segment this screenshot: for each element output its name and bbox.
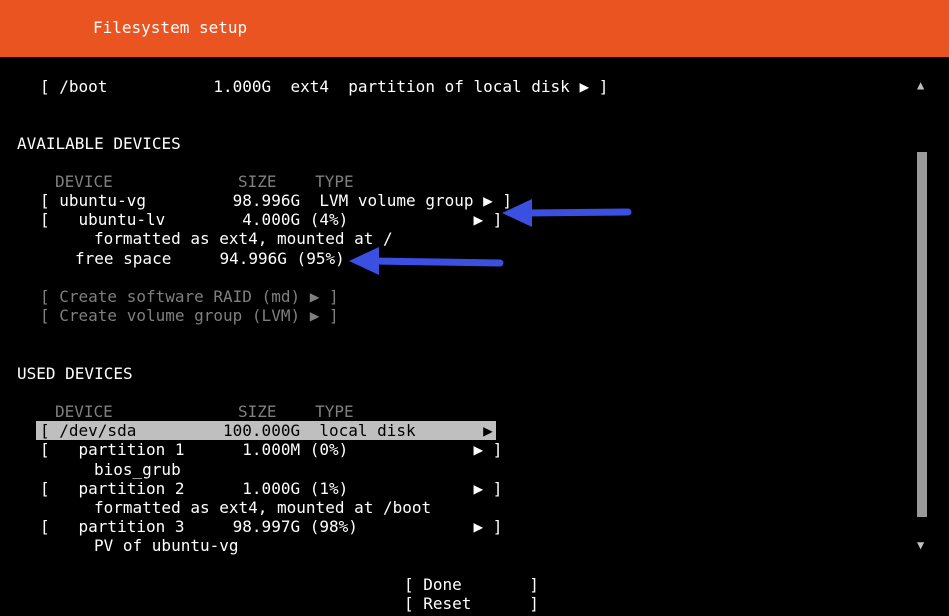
partition-2-info: formatted as ext4, mounted at /boot bbox=[94, 498, 432, 517]
create-lvm-button[interactable]: [ Create volume group (LVM) ▶ ] bbox=[40, 306, 339, 325]
used-devices-heading: USED DEVICES bbox=[17, 364, 133, 383]
partition-3-info: PV of ubuntu-vg bbox=[94, 536, 239, 555]
ubuntu-lv-format-info: formatted as ext4, mounted at / bbox=[94, 229, 393, 248]
reset-button[interactable]: [ Reset ] bbox=[404, 594, 539, 613]
device-row-dev-sda[interactable]: [ /dev/sda 100.000G local disk ▶ ] bbox=[40, 421, 512, 440]
device-row-ubuntu-vg[interactable]: [ ubuntu-vg 98.996G LVM volume group ▶ ] bbox=[40, 191, 512, 210]
done-button[interactable]: [ Done ] bbox=[404, 575, 539, 594]
available-devices-heading: AVAILABLE DEVICES bbox=[17, 134, 181, 153]
header-bar: Filesystem setup bbox=[0, 0, 949, 57]
create-raid-button[interactable]: [ Create software RAID (md) ▶ ] bbox=[40, 287, 339, 306]
scrollbar-thumb[interactable] bbox=[917, 152, 927, 517]
page-title: Filesystem setup bbox=[93, 18, 248, 37]
partition-1-info: bios_grub bbox=[94, 460, 181, 479]
used-columns-header: DEVICE SIZE TYPE bbox=[55, 402, 354, 421]
device-row-partition-1[interactable]: [ partition 1 1.000M (0%) ▶ ] bbox=[40, 440, 502, 459]
boot-partition-row[interactable]: [ /boot 1.000G ext4 partition of local d… bbox=[40, 77, 608, 96]
device-row-partition-3[interactable]: [ partition 3 98.997G (98%) ▶ ] bbox=[40, 517, 502, 536]
device-row-partition-2[interactable]: [ partition 2 1.000G (1%) ▶ ] bbox=[40, 479, 502, 498]
arrow-to-ubuntu-lv-icon bbox=[502, 199, 632, 227]
scroll-up-icon[interactable]: ▲ bbox=[917, 78, 924, 92]
free-space-row: free space 94.996G (95%) bbox=[75, 249, 345, 268]
scroll-down-icon[interactable]: ▼ bbox=[917, 538, 924, 552]
arrow-to-free-space-icon bbox=[349, 247, 504, 275]
device-row-ubuntu-lv[interactable]: [ ubuntu-lv 4.000G (4%) ▶ ] bbox=[40, 210, 502, 229]
available-columns-header: DEVICE SIZE TYPE bbox=[55, 172, 354, 191]
